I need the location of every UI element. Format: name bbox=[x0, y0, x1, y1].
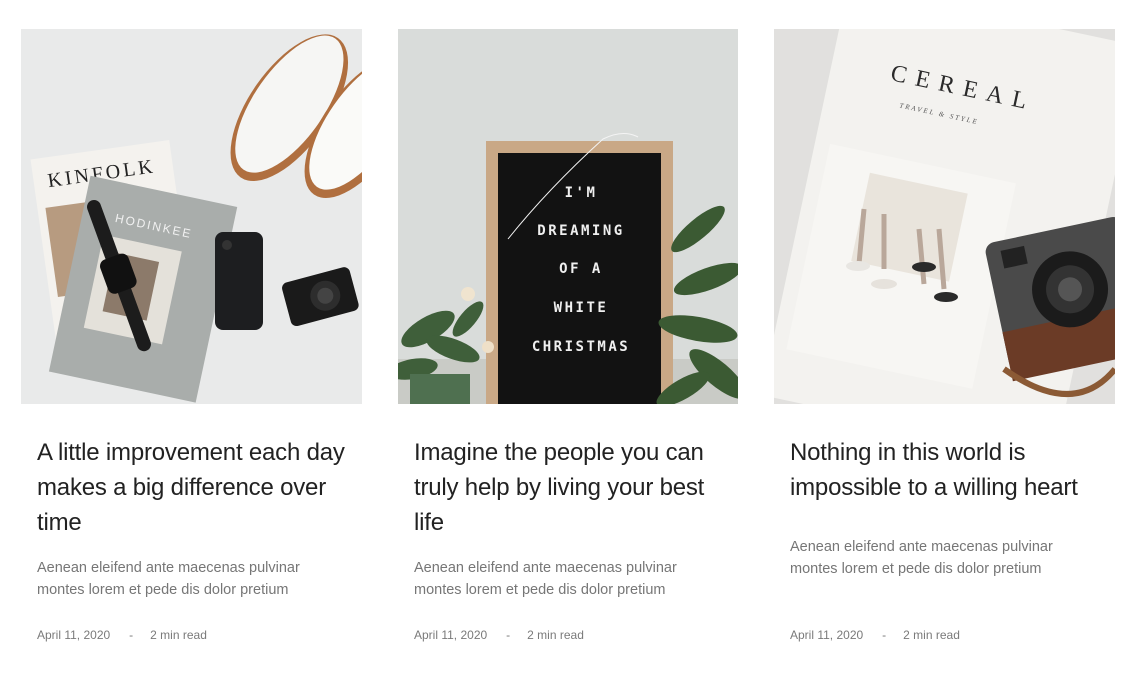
post-thumbnail[interactable]: I'M DREAMING OF A WHITE CHRISTMAS bbox=[398, 29, 738, 404]
post-card: CEREAL TRAVEL & STYLE Nothing in this wo… bbox=[774, 29, 1115, 642]
meta-separator: - bbox=[882, 628, 887, 642]
read-time: 2 min read bbox=[527, 628, 584, 642]
board-text: I'M bbox=[565, 185, 598, 201]
post-thumbnail[interactable]: KINFOLK HODINKEE bbox=[21, 29, 362, 404]
post-title[interactable]: Imagine the people you can truly help by… bbox=[414, 435, 722, 540]
post-card: KINFOLK HODINKEE A little improvement ea… bbox=[21, 29, 362, 642]
post-meta: April 11, 2020 - 2 min read bbox=[414, 628, 584, 642]
post-meta: April 11, 2020 - 2 min read bbox=[790, 628, 960, 642]
board-text: DREAMING bbox=[537, 223, 624, 239]
read-time: 2 min read bbox=[150, 628, 207, 642]
meta-separator: - bbox=[506, 628, 511, 642]
board-text: OF A bbox=[559, 261, 603, 277]
letterboard-photo: I'M DREAMING OF A WHITE CHRISTMAS bbox=[398, 29, 738, 404]
post-excerpt: Aenean eleifend ante maecenas pulvinar m… bbox=[37, 560, 300, 598]
read-time: 2 min read bbox=[903, 628, 960, 642]
post-excerpt: Aenean eleifend ante maecenas pulvinar m… bbox=[790, 539, 1053, 577]
post-date: April 11, 2020 bbox=[790, 628, 864, 642]
post-card: I'M DREAMING OF A WHITE CHRISTMAS Imagin… bbox=[398, 29, 738, 642]
post-title[interactable]: A little improvement each day makes a bi… bbox=[37, 435, 346, 540]
post-thumbnail[interactable]: CEREAL TRAVEL & STYLE bbox=[774, 29, 1115, 404]
meta-separator: - bbox=[129, 628, 134, 642]
post-date: April 11, 2020 bbox=[37, 628, 111, 642]
post-date: April 11, 2020 bbox=[414, 628, 488, 642]
board-text: WHITE bbox=[554, 300, 609, 316]
magazine-camera-photo: CEREAL TRAVEL & STYLE bbox=[774, 29, 1115, 404]
post-title[interactable]: Nothing in this world is impossible to a… bbox=[790, 435, 1099, 505]
board-text: CHRISTMAS bbox=[532, 339, 630, 355]
flatlay-photo: KINFOLK HODINKEE bbox=[21, 29, 362, 404]
post-meta: April 11, 2020 - 2 min read bbox=[37, 628, 207, 642]
post-excerpt: Aenean eleifend ante maecenas pulvinar m… bbox=[414, 560, 677, 598]
